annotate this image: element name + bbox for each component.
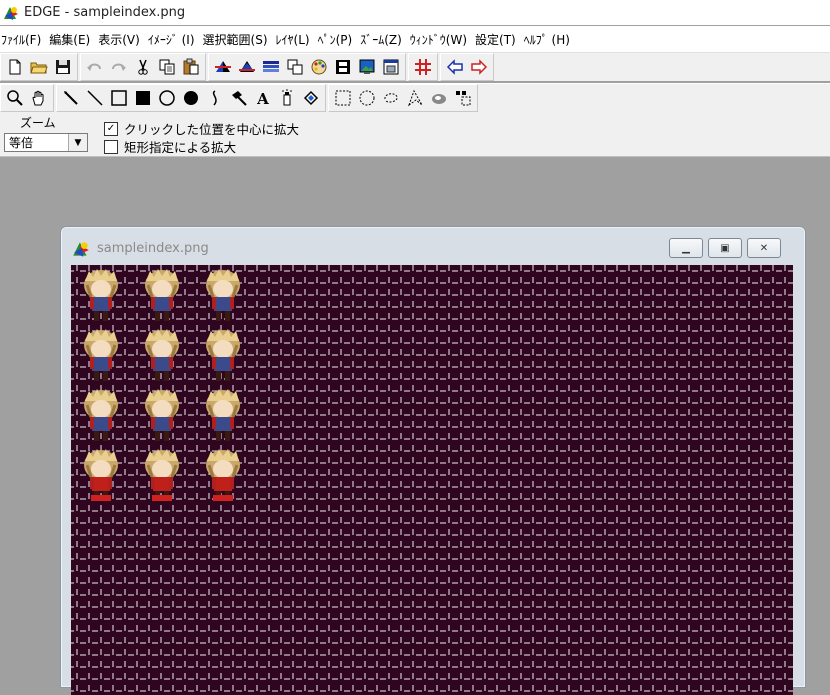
layers-icon[interactable] [283, 56, 307, 78]
character-sprite [145, 389, 179, 441]
grid-icon[interactable] [411, 56, 435, 78]
chevron-down-icon[interactable]: ▼ [68, 134, 87, 151]
character-sprite [84, 389, 118, 441]
zoom-level-value: 等倍 [9, 136, 34, 150]
lasso-select-icon[interactable] [379, 87, 403, 109]
edge-rainbow-icon [4, 6, 18, 20]
zoom-tool-icon[interactable] [3, 87, 27, 109]
menu-file[interactable]: ﾌｧｲﾙ(F) [0, 31, 48, 48]
menu-view[interactable]: 表示(V) [97, 31, 147, 48]
menu-selection[interactable]: 選択範囲(S) [202, 31, 275, 48]
maximize-button[interactable]: ▣ [708, 238, 742, 258]
mirror-horizontal-icon[interactable] [211, 56, 235, 78]
zoom-rect-checkbox[interactable]: 矩形指定による拡大 [104, 137, 236, 156]
edit-toolbar-group [80, 53, 206, 81]
grid-toolbar-group [408, 53, 438, 81]
dot-select-icon[interactable] [451, 87, 475, 109]
checkbox-unchecked-icon[interactable] [104, 139, 118, 154]
character-sprite [84, 329, 118, 381]
image-view-icon[interactable] [355, 56, 379, 78]
zoom-rect-label: 矩形指定による拡大 [124, 140, 237, 155]
character-sprite [206, 389, 240, 441]
spray-tool-icon[interactable] [275, 87, 299, 109]
rect-outline-icon[interactable] [107, 87, 131, 109]
open-folder-icon[interactable] [27, 56, 51, 78]
nav-toolbar-group [440, 53, 494, 81]
document-window[interactable]: sampleindex.png ▁ ▣ ✕ [60, 226, 806, 695]
copy-icon[interactable] [155, 56, 179, 78]
document-title: sampleindex.png [97, 241, 209, 256]
close-icon: ✕ [759, 242, 769, 254]
menu-edit[interactable]: 編集(E) [48, 31, 97, 48]
zoom-level-select[interactable]: 等倍 ▼ [4, 133, 88, 152]
svg-text:A: A [256, 90, 269, 107]
close-button[interactable]: ✕ [747, 238, 781, 258]
line-tool-icon[interactable] [83, 87, 107, 109]
menu-zoom[interactable]: ｽﾞｰﾑ(Z) [359, 31, 409, 48]
new-file-icon[interactable] [3, 56, 27, 78]
film-icon[interactable] [331, 56, 355, 78]
minimize-button[interactable]: ▁ [669, 238, 703, 258]
ellipse-select-icon[interactable] [355, 87, 379, 109]
window-title: EDGE - sampleindex.png [24, 5, 186, 20]
save-disk-icon[interactable] [51, 56, 75, 78]
ellipse-outline-icon[interactable] [155, 87, 179, 109]
menu-pen[interactable]: ﾍﾟﾝ(P) [317, 31, 360, 48]
character-sprite [206, 269, 240, 321]
menu-image[interactable]: ｲﾒｰｼﾞ (I) [147, 31, 202, 48]
undo-icon[interactable] [83, 56, 107, 78]
menu-help[interactable]: ﾍﾙﾌﾟ (H) [523, 31, 577, 48]
mirror-vertical-icon[interactable] [235, 56, 259, 78]
character-sprite [206, 449, 240, 501]
rect-filled-icon[interactable] [131, 87, 155, 109]
fill-tool-icon[interactable] [299, 87, 323, 109]
character-sprite [145, 329, 179, 381]
hand-tool-icon[interactable] [27, 87, 51, 109]
zoom-center-checkbox[interactable]: ✓ クリックした位置を中心に拡大 [104, 119, 299, 138]
character-sprite [206, 329, 240, 381]
cut-scissors-icon[interactable] [131, 56, 155, 78]
window-icon[interactable] [379, 56, 403, 78]
polygon-select-icon[interactable] [403, 87, 427, 109]
curve-tool-icon[interactable] [203, 87, 227, 109]
menu-layer[interactable]: ﾚｲﾔ(L) [275, 31, 317, 48]
ellipse-filled-icon[interactable] [179, 87, 203, 109]
checkbox-checked-icon[interactable]: ✓ [104, 121, 118, 136]
tools-toolbar: A [0, 83, 830, 112]
zoom-label: ズーム [20, 116, 56, 130]
image-toolbar-group [208, 53, 406, 81]
file-toolbar-group [0, 53, 78, 81]
pencil-tool-icon[interactable] [59, 87, 83, 109]
arrow-left-icon[interactable] [443, 56, 467, 78]
pick-tool-icon[interactable] [227, 87, 251, 109]
edge-rainbow-icon [73, 242, 89, 257]
menu-settings[interactable]: 設定(T) [474, 31, 523, 48]
image-canvas[interactable] [71, 265, 793, 695]
magic-select-icon[interactable] [427, 87, 451, 109]
character-sprite [84, 449, 118, 501]
palette-icon[interactable] [307, 56, 331, 78]
redo-icon[interactable] [107, 56, 131, 78]
character-sprite [145, 449, 179, 501]
select-tools-group [328, 84, 478, 112]
menu-window[interactable]: ｳｨﾝﾄﾞｳ(W) [409, 31, 474, 48]
title-bar: EDGE - sampleindex.png [0, 0, 830, 25]
draw-tools-group: A [56, 84, 326, 112]
menu-bar: ﾌｧｲﾙ(F) 編集(E) 表示(V) ｲﾒｰｼﾞ (I) 選択範囲(S) ﾚｲ… [0, 26, 830, 53]
palette-bar-icon[interactable] [259, 56, 283, 78]
character-sprite [84, 269, 118, 321]
character-sprite [145, 269, 179, 321]
sprite-sheet [84, 269, 240, 501]
main-toolbar [0, 53, 830, 81]
paste-icon[interactable] [179, 56, 203, 78]
minimize-icon: ▁ [682, 242, 690, 254]
rect-select-icon[interactable] [331, 87, 355, 109]
view-tools-group [0, 84, 54, 112]
text-tool-icon[interactable]: A [251, 87, 275, 109]
zoom-center-label: クリックした位置を中心に拡大 [124, 122, 300, 137]
maximize-icon: ▣ [720, 242, 730, 254]
arrow-right-icon[interactable] [467, 56, 491, 78]
